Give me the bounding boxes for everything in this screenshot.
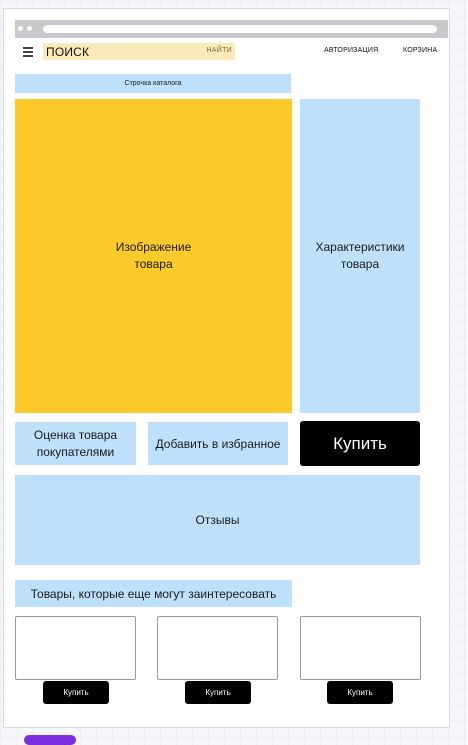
window-dot-icon: [18, 26, 23, 31]
add-to-favorites-button[interactable]: Добавить в избранное: [148, 422, 288, 465]
product-specs: Характеристики товара: [300, 99, 420, 413]
recommended-product-card[interactable]: [300, 616, 421, 680]
login-link[interactable]: АВТОРИЗАЦИЯ: [324, 47, 378, 54]
recommended-buy-button[interactable]: Купить: [43, 681, 109, 704]
address-bar[interactable]: [43, 25, 437, 33]
hamburger-menu-icon[interactable]: [23, 47, 33, 57]
buy-button[interactable]: Купить: [300, 421, 420, 466]
cart-link[interactable]: КОРЗИНА: [403, 47, 437, 54]
window-dot-icon: [27, 26, 32, 31]
decorative-shape: [24, 735, 76, 745]
reviews-section: Отзывы: [15, 475, 420, 565]
product-rating: Оценка товара покупателями: [15, 422, 136, 465]
recommended-buy-button[interactable]: Купить: [185, 681, 251, 704]
recommendations-title: Товары, которые еще могут заинтересовать: [15, 580, 292, 607]
search-placeholder: ПОИСК: [46, 45, 90, 59]
search-button[interactable]: НАЙТИ: [206, 47, 232, 54]
recommended-buy-button[interactable]: Купить: [327, 681, 393, 704]
browser-toolbar: [15, 20, 448, 38]
product-image: Изображение товара: [15, 99, 292, 413]
catalog-breadcrumb[interactable]: Строчка каталога: [15, 74, 291, 93]
recommended-product-card[interactable]: [157, 616, 278, 680]
search-input[interactable]: ПОИСК НАЙТИ: [43, 43, 235, 60]
recommended-product-card[interactable]: [15, 616, 136, 680]
